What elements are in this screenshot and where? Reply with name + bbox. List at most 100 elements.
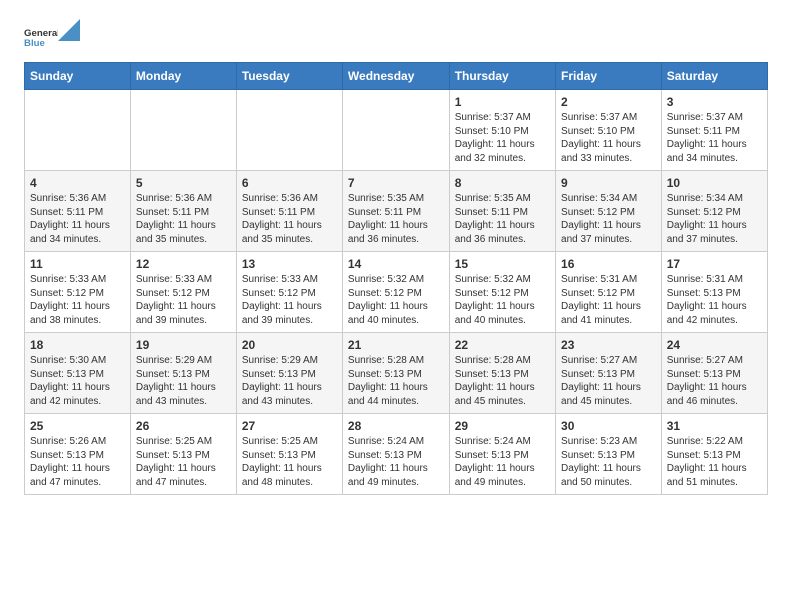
day-number: 19 [136,338,231,352]
day-info: Sunrise: 5:32 AMSunset: 5:12 PMDaylight:… [348,274,428,326]
day-info: Sunrise: 5:31 AMSunset: 5:13 PMDaylight:… [667,274,747,326]
calendar-cell [236,90,342,171]
day-number: 25 [30,419,125,433]
calendar-cell: 24 Sunrise: 5:27 AMSunset: 5:13 PMDayligh… [661,333,767,414]
day-number: 10 [667,176,762,190]
calendar-cell: 29 Sunrise: 5:24 AMSunset: 5:13 PMDayligh… [449,414,555,495]
calendar-cell: 6 Sunrise: 5:36 AMSunset: 5:11 PMDaylight… [236,171,342,252]
calendar-header-row: SundayMondayTuesdayWednesdayThursdayFrid… [25,63,768,90]
day-number: 7 [348,176,444,190]
day-info: Sunrise: 5:27 AMSunset: 5:13 PMDaylight:… [667,355,747,407]
day-number: 14 [348,257,444,271]
day-number: 21 [348,338,444,352]
day-info: Sunrise: 5:33 AMSunset: 5:12 PMDaylight:… [136,274,216,326]
calendar-day-header: Wednesday [342,63,449,90]
calendar-week-row: 11 Sunrise: 5:33 AMSunset: 5:12 PMDayligh… [25,252,768,333]
calendar-cell: 7 Sunrise: 5:35 AMSunset: 5:11 PMDaylight… [342,171,449,252]
calendar-table: SundayMondayTuesdayWednesdayThursdayFrid… [24,62,768,495]
calendar-cell [130,90,236,171]
day-number: 11 [30,257,125,271]
calendar-cell: 2 Sunrise: 5:37 AMSunset: 5:10 PMDaylight… [556,90,662,171]
logo-svg: General Blue [24,20,58,54]
calendar-cell: 8 Sunrise: 5:35 AMSunset: 5:11 PMDaylight… [449,171,555,252]
day-number: 9 [561,176,656,190]
day-number: 20 [242,338,337,352]
calendar-day-header: Friday [556,63,662,90]
day-number: 22 [455,338,550,352]
day-number: 17 [667,257,762,271]
day-number: 24 [667,338,762,352]
calendar-cell: 22 Sunrise: 5:28 AMSunset: 5:13 PMDayligh… [449,333,555,414]
calendar-week-row: 25 Sunrise: 5:26 AMSunset: 5:13 PMDayligh… [25,414,768,495]
calendar-cell [25,90,131,171]
day-number: 8 [455,176,550,190]
day-number: 29 [455,419,550,433]
page-header: General Blue [24,20,768,54]
day-info: Sunrise: 5:27 AMSunset: 5:13 PMDaylight:… [561,355,641,407]
calendar-cell: 28Sunrise: 5:24 AMSunset: 5:13 PMDayligh… [342,414,449,495]
day-info: Sunrise: 5:35 AMSunset: 5:11 PMDaylight:… [455,193,535,245]
day-info: Sunrise: 5:36 AMSunset: 5:11 PMDaylight:… [242,193,322,245]
day-number: 1 [455,95,550,109]
day-info: Sunrise: 5:25 AMSunset: 5:13 PMDaylight:… [136,436,216,488]
calendar-cell: 25 Sunrise: 5:26 AMSunset: 5:13 PMDayligh… [25,414,131,495]
calendar-cell: 14 Sunrise: 5:32 AMSunset: 5:12 PMDayligh… [342,252,449,333]
calendar-cell: 21 Sunrise: 5:28 AMSunset: 5:13 PMDayligh… [342,333,449,414]
day-info: Sunrise: 5:33 AMSunset: 5:12 PMDaylight:… [242,274,322,326]
day-number: 18 [30,338,125,352]
day-number: 15 [455,257,550,271]
calendar-cell: 11 Sunrise: 5:33 AMSunset: 5:12 PMDayligh… [25,252,131,333]
day-info: Sunrise: 5:28 AMSunset: 5:13 PMDaylight:… [348,355,428,407]
day-number: 23 [561,338,656,352]
calendar-day-header: Thursday [449,63,555,90]
logo-arrow-icon [58,19,80,41]
calendar-day-header: Tuesday [236,63,342,90]
calendar-day-header: Saturday [661,63,767,90]
day-info: Sunrise: 5:37 AMSunset: 5:10 PMDaylight:… [455,112,535,164]
day-number: 2 [561,95,656,109]
calendar-day-header: Sunday [25,63,131,90]
day-info: Sunrise: 5:34 AMSunset: 5:12 PMDaylight:… [667,193,747,245]
calendar-cell: 5Sunrise: 5:36 AMSunset: 5:11 PMDaylight… [130,171,236,252]
day-number: 5 [136,176,231,190]
day-number: 6 [242,176,337,190]
calendar-cell: 23 Sunrise: 5:27 AMSunset: 5:13 PMDayligh… [556,333,662,414]
calendar-cell: 4Sunrise: 5:36 AMSunset: 5:11 PMDaylight… [25,171,131,252]
calendar-cell: 16Sunrise: 5:31 AMSunset: 5:12 PMDayligh… [556,252,662,333]
day-info: Sunrise: 5:24 AMSunset: 5:13 PMDaylight:… [455,436,535,488]
day-info: Sunrise: 5:32 AMSunset: 5:12 PMDaylight:… [455,274,535,326]
day-info: Sunrise: 5:37 AMSunset: 5:10 PMDaylight:… [561,112,641,164]
day-number: 12 [136,257,231,271]
logo: General Blue [24,20,80,54]
calendar-cell: 17 Sunrise: 5:31 AMSunset: 5:13 PMDayligh… [661,252,767,333]
calendar-week-row: 1 Sunrise: 5:37 AMSunset: 5:10 PMDaylight… [25,90,768,171]
calendar-cell: 3 Sunrise: 5:37 AMSunset: 5:11 PMDaylight… [661,90,767,171]
calendar-cell: 12 Sunrise: 5:33 AMSunset: 5:12 PMDayligh… [130,252,236,333]
calendar-cell: 27 Sunrise: 5:25 AMSunset: 5:13 PMDayligh… [236,414,342,495]
day-number: 26 [136,419,231,433]
day-info: Sunrise: 5:31 AMSunset: 5:12 PMDaylight:… [561,274,641,326]
svg-text:Blue: Blue [24,38,46,49]
day-info: Sunrise: 5:34 AMSunset: 5:12 PMDaylight:… [561,193,641,245]
day-info: Sunrise: 5:36 AMSunset: 5:11 PMDaylight:… [30,193,110,245]
day-number: 3 [667,95,762,109]
day-number: 27 [242,419,337,433]
day-info: Sunrise: 5:35 AMSunset: 5:11 PMDaylight:… [348,193,428,245]
day-number: 13 [242,257,337,271]
day-info: Sunrise: 5:26 AMSunset: 5:13 PMDaylight:… [30,436,110,488]
day-info: Sunrise: 5:33 AMSunset: 5:12 PMDaylight:… [30,274,110,326]
day-info: Sunrise: 5:37 AMSunset: 5:11 PMDaylight:… [667,112,747,164]
calendar-cell [342,90,449,171]
calendar-cell: 13 Sunrise: 5:33 AMSunset: 5:12 PMDayligh… [236,252,342,333]
day-number: 28 [348,419,444,433]
calendar-cell: 18Sunrise: 5:30 AMSunset: 5:13 PMDayligh… [25,333,131,414]
day-info: Sunrise: 5:25 AMSunset: 5:13 PMDaylight:… [242,436,322,488]
calendar-cell: 20 Sunrise: 5:29 AMSunset: 5:13 PMDayligh… [236,333,342,414]
calendar-cell: 19Sunrise: 5:29 AMSunset: 5:13 PMDayligh… [130,333,236,414]
calendar-day-header: Monday [130,63,236,90]
day-info: Sunrise: 5:28 AMSunset: 5:13 PMDaylight:… [455,355,535,407]
calendar-week-row: 18Sunrise: 5:30 AMSunset: 5:13 PMDayligh… [25,333,768,414]
day-info: Sunrise: 5:29 AMSunset: 5:13 PMDaylight:… [242,355,322,407]
calendar-cell: 15 Sunrise: 5:32 AMSunset: 5:12 PMDayligh… [449,252,555,333]
calendar-cell: 31Sunrise: 5:22 AMSunset: 5:13 PMDayligh… [661,414,767,495]
